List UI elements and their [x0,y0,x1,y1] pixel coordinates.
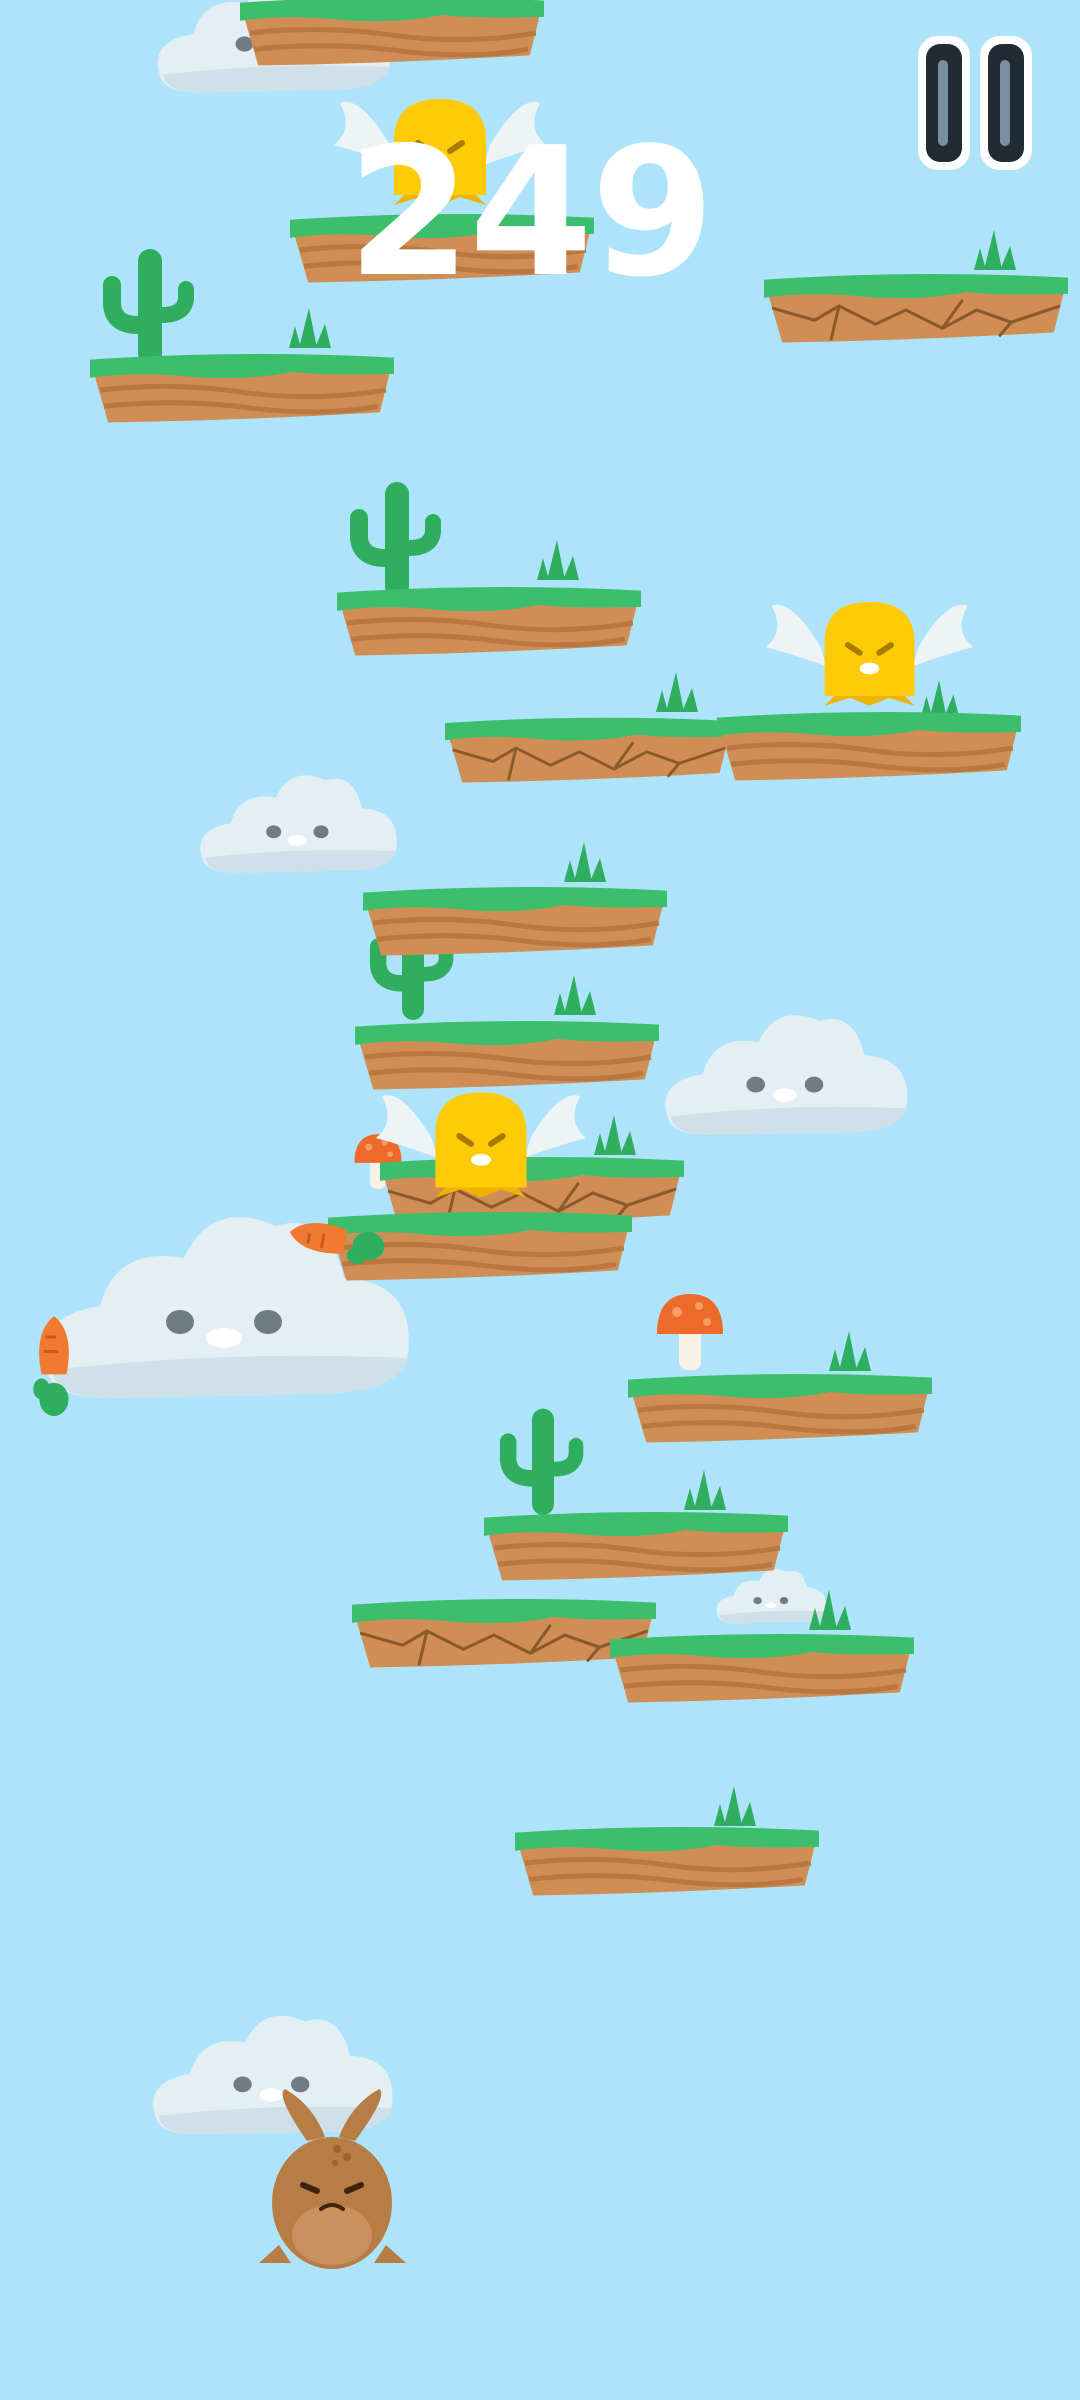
grass-icon [550,975,600,1015]
platform [717,703,1021,785]
platform-cracked [764,265,1068,347]
winged-bird-icon[interactable] [762,588,977,706]
grass-icon [805,1590,855,1630]
cactus-icon [493,1405,593,1515]
winged-bird-icon[interactable] [372,1078,590,1198]
cloud-icon [655,995,920,1145]
pause-button[interactable] [914,32,1036,174]
platform [515,1818,819,1900]
cloud-icon [192,760,407,880]
grass-icon [560,842,610,882]
grass-icon [533,540,583,580]
grass-icon [285,308,335,348]
platform [90,345,394,427]
score-counter: 249 [347,109,715,316]
platform [484,1503,788,1585]
carrot-icon [32,1312,76,1416]
platform [240,0,544,70]
platform-cracked [445,708,733,788]
platform [610,1625,914,1707]
pause-icon [918,36,1032,170]
bunny-player-icon[interactable] [255,2085,410,2270]
platform [363,878,667,960]
grass-icon [652,672,702,712]
mushroom-icon [655,1290,725,1370]
grass-icon [970,230,1020,270]
platform [628,1365,932,1447]
platform [337,578,641,660]
